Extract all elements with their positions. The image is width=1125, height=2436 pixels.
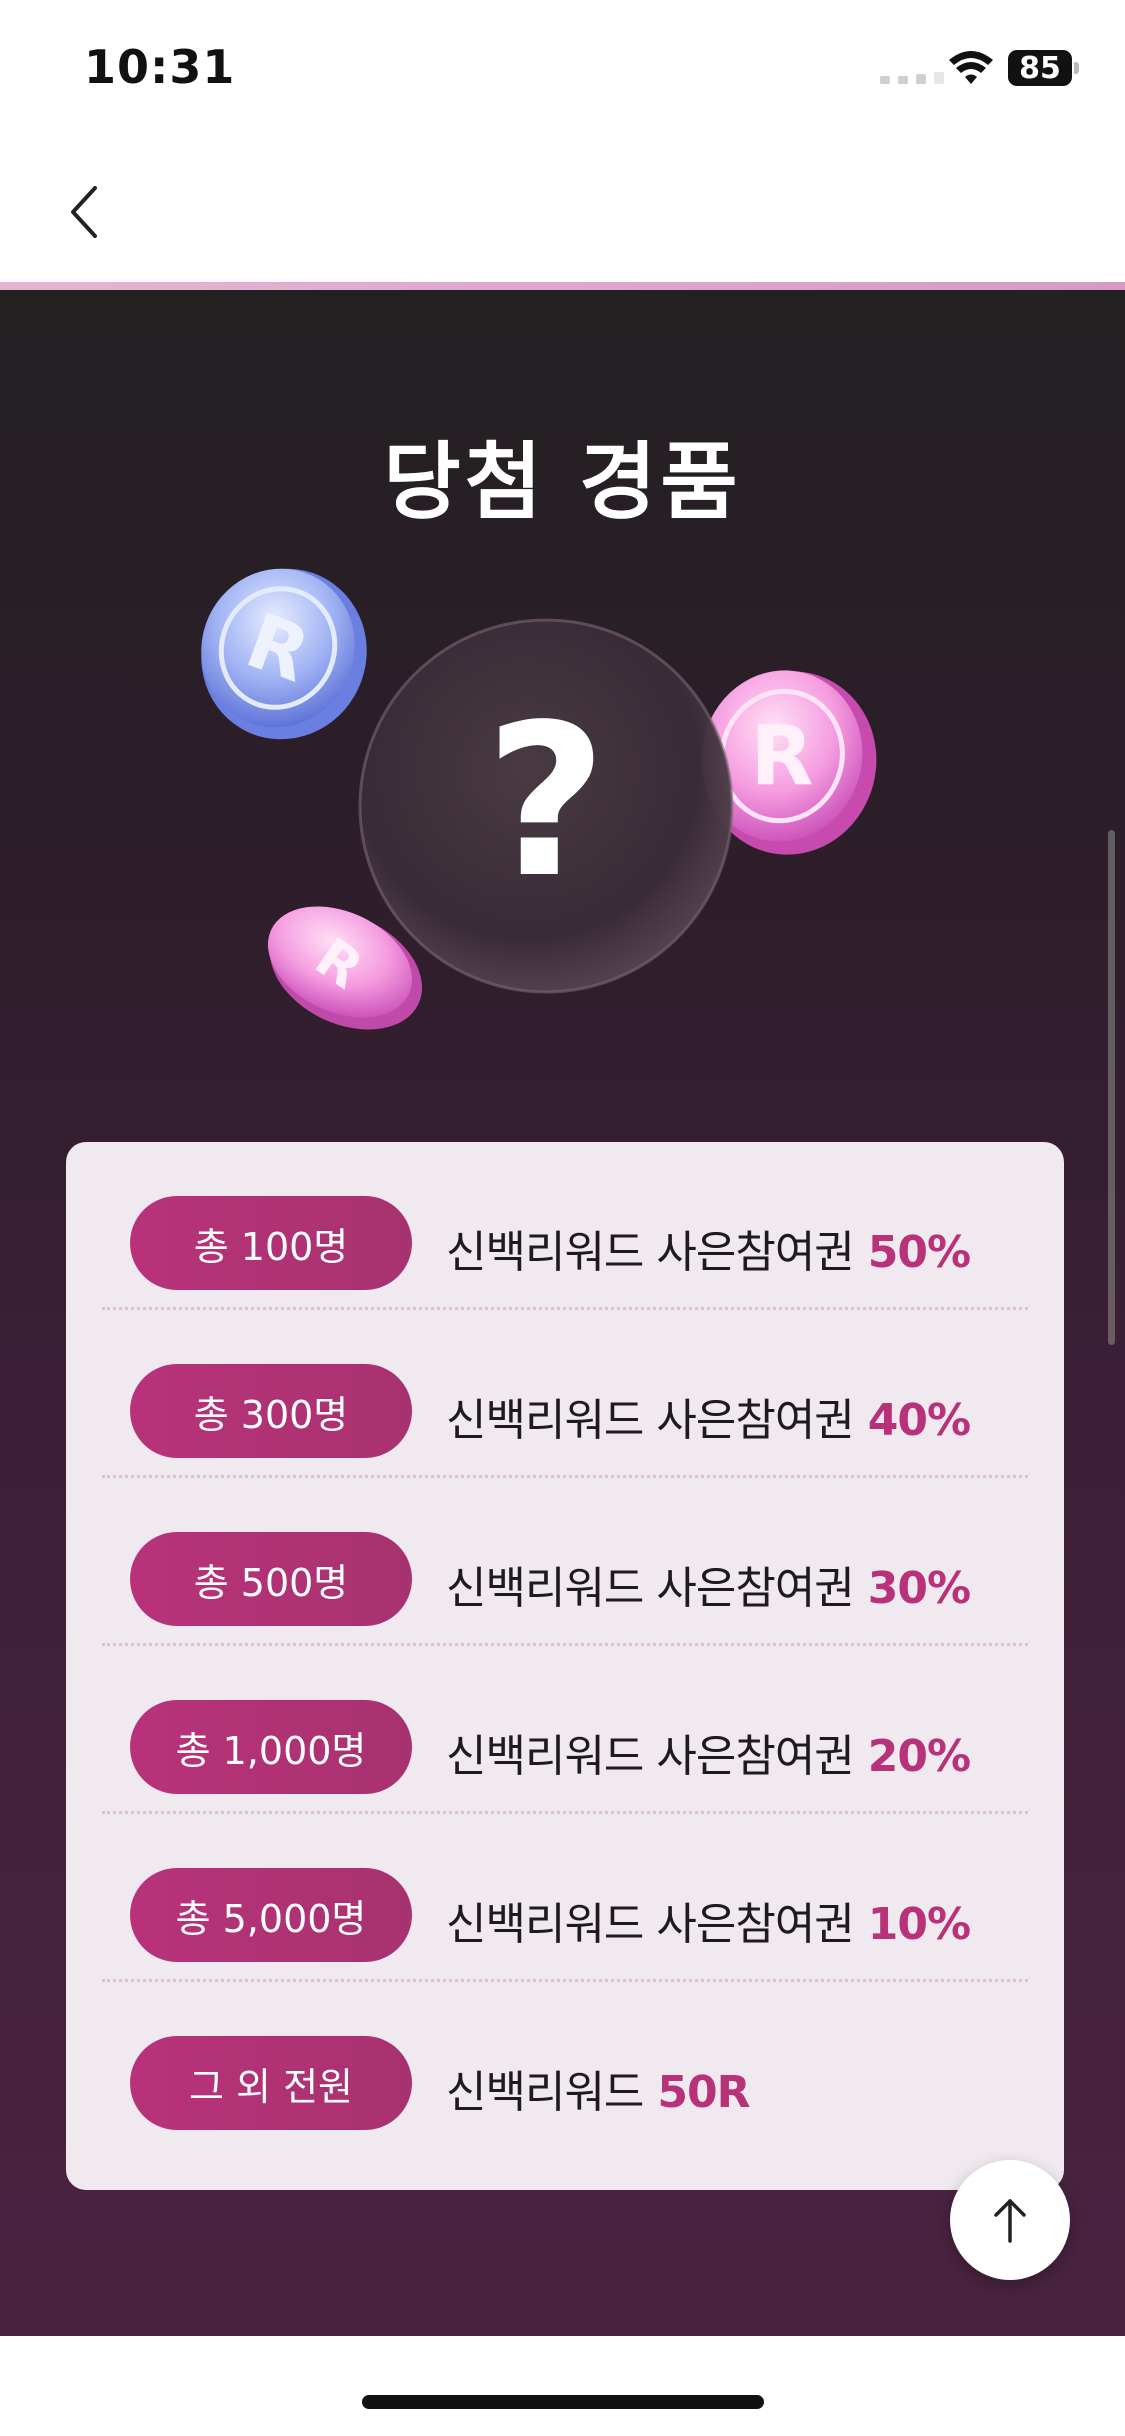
status-bar: 10:31 85 xyxy=(0,0,1125,140)
prize-row: 그 외 전원 신백리워드 50R xyxy=(66,1982,1064,2150)
status-time: 10:31 xyxy=(84,40,236,94)
prize-label: 신백리워드 사은참여권 xyxy=(446,1563,855,1614)
prize-badge: 총 100명 xyxy=(130,1196,412,1290)
prize-value: 50R xyxy=(657,2067,750,2118)
prize-section: 당첨 경품 R R R ? 총 100명 신백리워드 사은참여권 50% 총 3… xyxy=(0,290,1125,2336)
prize-badge: 총 5,000명 xyxy=(130,1868,412,1962)
home-indicator[interactable] xyxy=(362,2395,764,2409)
arrow-up-icon xyxy=(994,2199,1026,2243)
prize-value: 40% xyxy=(867,1395,971,1446)
prize-label: 신백리워드 xyxy=(446,2067,644,2118)
prize-label: 신백리워드 사은참여권 xyxy=(446,1227,855,1278)
prize-badge: 총 300명 xyxy=(130,1364,412,1458)
section-title: 당첨 경품 xyxy=(383,433,742,531)
home-area xyxy=(0,2336,1125,2436)
prize-badge: 총 1,000명 xyxy=(130,1700,412,1794)
prize-row: 총 300명 신백리워드 사은참여권 40% xyxy=(66,1310,1064,1478)
svg-text:R: R xyxy=(750,709,813,804)
prize-value: 10% xyxy=(867,1899,971,1950)
scrollbar[interactable] xyxy=(1108,830,1115,1345)
prize-text: 신백리워드 사은참여권 10% xyxy=(446,1888,971,1952)
prize-text: 신백리워드 사은참여권 40% xyxy=(446,1384,971,1448)
mystery-ball: ? xyxy=(358,618,734,994)
battery-tip xyxy=(1074,62,1079,74)
prize-text: 신백리워드 사은참여권 20% xyxy=(446,1720,971,1784)
prize-row: 총 100명 신백리워드 사은참여권 50% xyxy=(66,1142,1064,1310)
scroll-to-top-button[interactable] xyxy=(950,2160,1070,2280)
prize-text: 신백리워드 사은참여권 30% xyxy=(446,1552,971,1616)
question-mark-icon: ? xyxy=(485,679,607,924)
prize-label: 신백리워드 사은참여권 xyxy=(446,1395,855,1446)
prize-badge: 그 외 전원 xyxy=(130,2036,412,2130)
prize-value: 50% xyxy=(867,1227,971,1278)
hero-illustration: R R R ? xyxy=(201,568,877,1030)
prize-value: 30% xyxy=(867,1563,971,1614)
prize-badge: 총 500명 xyxy=(130,1532,412,1626)
chevron-left-icon xyxy=(71,186,97,238)
wifi-icon xyxy=(949,51,993,84)
battery-icon: 85 xyxy=(1008,50,1072,86)
prize-row: 총 500명 신백리워드 사은참여권 30% xyxy=(66,1478,1064,1646)
nav-bar xyxy=(0,140,1125,282)
prize-text: 신백리워드 50R xyxy=(446,2056,751,2120)
back-button[interactable] xyxy=(50,174,120,250)
prize-value: 20% xyxy=(867,1731,971,1782)
blue-coin-icon: R xyxy=(201,568,367,740)
prize-label: 신백리워드 사은참여권 xyxy=(446,1899,855,1950)
prize-row: 총 1,000명 신백리워드 사은참여권 20% xyxy=(66,1646,1064,1814)
prize-row: 총 5,000명 신백리워드 사은참여권 10% xyxy=(66,1814,1064,1982)
prize-label: 신백리워드 사은참여권 xyxy=(446,1731,855,1782)
nav-divider xyxy=(0,282,1125,290)
prize-text: 신백리워드 사은참여권 50% xyxy=(446,1216,971,1280)
signal-icon xyxy=(880,72,944,84)
prize-list-card: 총 100명 신백리워드 사은참여권 50% 총 300명 신백리워드 사은참여권… xyxy=(66,1142,1064,2190)
